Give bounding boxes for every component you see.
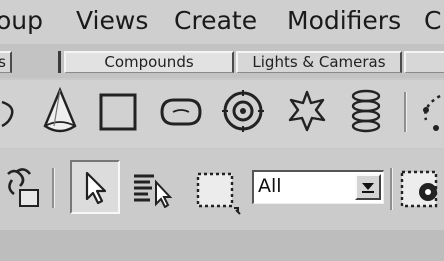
selection-region-icon[interactable] (194, 170, 242, 216)
menu-item-modifiers[interactable]: Modifiers (287, 3, 401, 39)
dropdown-button[interactable] (355, 174, 381, 200)
tab-partial-right[interactable] (404, 51, 444, 73)
star-icon[interactable] (286, 89, 328, 133)
tab-partial-left[interactable]: s (0, 51, 12, 73)
menu-item-group[interactable]: oup (0, 3, 43, 39)
tab-label: Compounds (104, 53, 194, 71)
toolbar-separator (52, 168, 55, 208)
select-object-button[interactable] (70, 160, 120, 214)
tab-strip: s Compounds Lights & Cameras (0, 44, 444, 78)
select-arrow-icon (85, 171, 107, 205)
screenshot-frame: oup Views Create Modifiers C s Compounds… (0, 0, 444, 261)
window-crossing-icon[interactable] (398, 166, 444, 214)
helix-icon[interactable] (346, 86, 386, 138)
toolbar-separator (390, 168, 393, 210)
tab-compounds[interactable]: Compounds (64, 51, 234, 73)
partial-shape-icon[interactable] (0, 92, 22, 134)
main-toolbar: All (0, 150, 444, 230)
chevron-down-icon (362, 183, 374, 193)
cone-icon[interactable] (40, 86, 80, 138)
select-by-name-icon[interactable] (130, 170, 174, 208)
box-icon[interactable] (98, 92, 138, 132)
menu-item-partial[interactable]: C (424, 3, 441, 39)
tab-divider (58, 51, 61, 73)
partial-particles-icon[interactable] (416, 90, 444, 134)
link-icon[interactable] (2, 166, 44, 208)
menu-item-create[interactable]: Create (174, 3, 257, 39)
torus-icon[interactable] (156, 94, 206, 130)
toolbar-separator (404, 92, 407, 132)
tab-lights-cameras[interactable]: Lights & Cameras (236, 51, 402, 73)
menu-item-views[interactable]: Views (76, 3, 148, 39)
viewport-top-edge (0, 230, 444, 261)
tab-label: s (0, 53, 6, 71)
selection-filter-dropdown[interactable]: All (252, 170, 384, 204)
menu-bar: oup Views Create Modifiers C (0, 0, 444, 44)
create-objects-toolbar (0, 80, 444, 148)
target-icon[interactable] (220, 88, 266, 134)
selection-filter-value: All (258, 175, 282, 197)
tab-label: Lights & Cameras (252, 53, 386, 71)
